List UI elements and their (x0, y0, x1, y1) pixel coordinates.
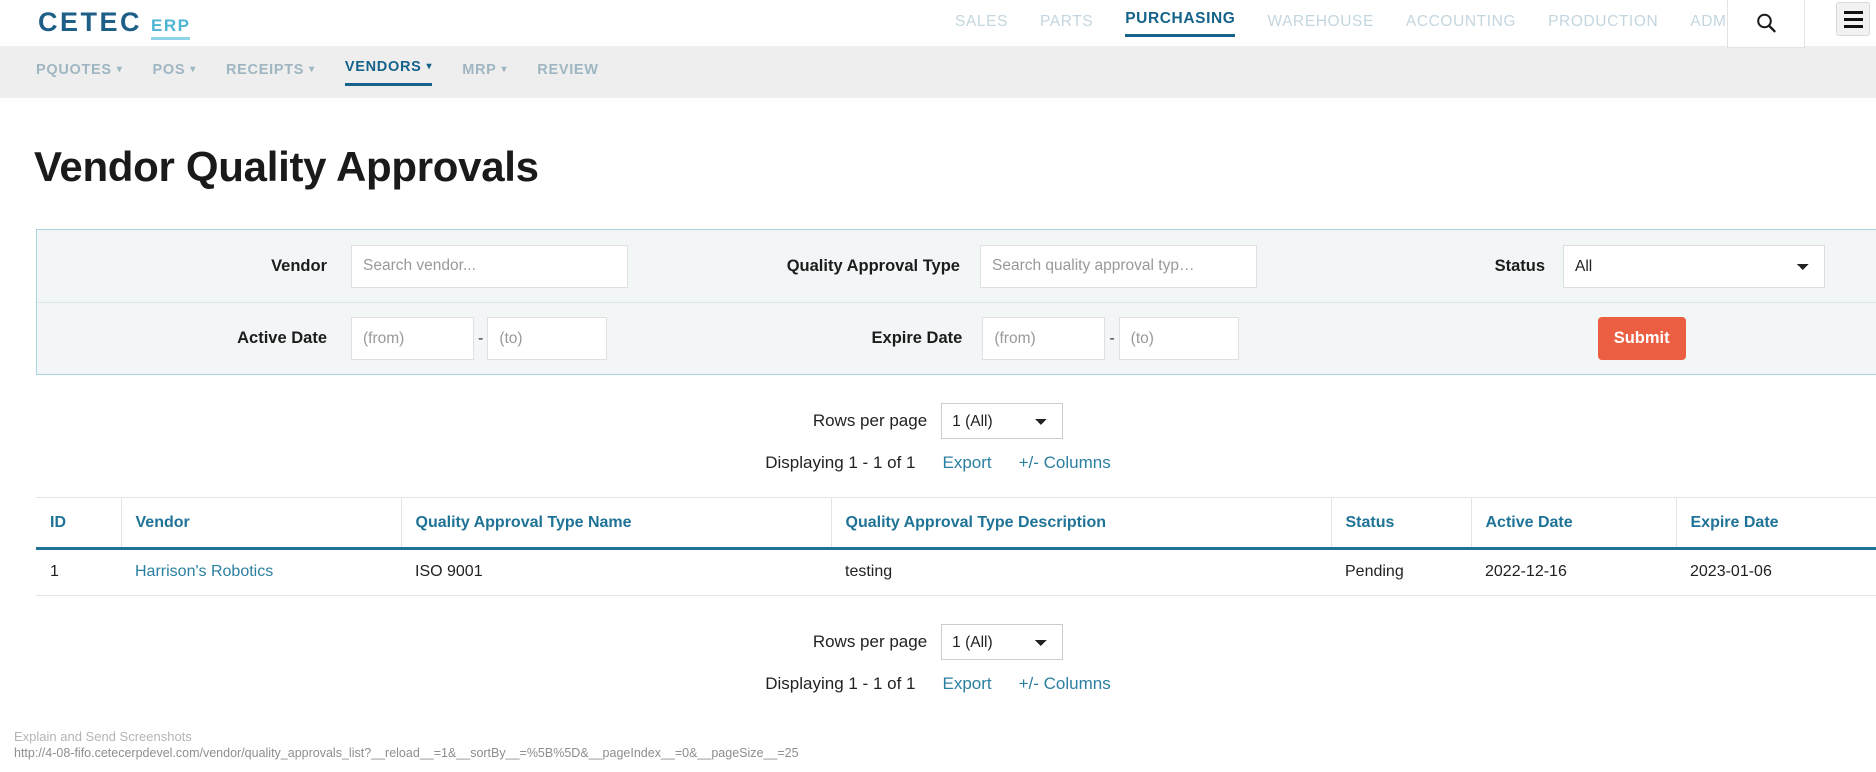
displaying-row-bottom: Displaying 1 - 1 of 1 Export +/- Columns (0, 674, 1876, 694)
column-header-type-description[interactable]: Quality Approval Type Description (830, 497, 1331, 550)
active-date-separator: - (478, 329, 484, 347)
subnav-label: REVIEW (537, 62, 599, 78)
subnav-item-mrp[interactable]: MRP ▾ (462, 62, 507, 82)
rows-per-page-label: Rows per page (812, 411, 928, 430)
status-filter-select[interactable]: All (1563, 244, 1825, 288)
export-link-bottom[interactable]: Export (942, 674, 991, 694)
hamburger-menu-button[interactable] (1836, 2, 1870, 36)
hamburger-icon-bar (1843, 17, 1863, 21)
table-header-row: ID Vendor Quality Approval Type Name Qua… (36, 497, 1876, 550)
column-header-active-date[interactable]: Active Date (1470, 497, 1676, 550)
nav-item-warehouse[interactable]: WAREHOUSE (1267, 13, 1373, 34)
cell-type-name: ISO 9001 (401, 548, 831, 596)
pager-bottom: Rows per page 1 (All) (0, 624, 1876, 660)
subnav-item-pos[interactable]: POS ▾ (153, 62, 196, 82)
subnav-item-pquotes[interactable]: PQUOTES ▾ (36, 62, 123, 82)
quality-approval-type-search-input[interactable] (980, 244, 1257, 288)
hamburger-icon-bar (1843, 10, 1863, 14)
pager-top: Rows per page 1 (All) (0, 403, 1876, 439)
browser-status-bar: Explain and Send Screenshots http://4-08… (14, 728, 799, 762)
cell-vendor: Harrison's Robotics (121, 548, 401, 596)
nav-item-sales[interactable]: SALES (955, 13, 1008, 34)
displaying-count-bottom: Displaying 1 - 1 of 1 (765, 674, 916, 693)
column-header-type-name[interactable]: Quality Approval Type Name (400, 497, 831, 550)
chevron-down-icon: ▾ (116, 64, 123, 75)
column-header-expire-date[interactable]: Expire Date (1675, 497, 1876, 550)
expire-date-from-input[interactable] (982, 317, 1106, 360)
subnav-label: VENDORS (344, 58, 422, 75)
subnav-item-review[interactable]: REVIEW (537, 62, 598, 82)
expire-date-to-input[interactable] (1118, 317, 1239, 360)
column-header-vendor[interactable]: Vendor (120, 497, 401, 550)
nav-item-parts[interactable]: PARTS (1040, 13, 1093, 34)
submit-button[interactable]: Submit (1597, 317, 1686, 360)
displaying-row-top: Displaying 1 - 1 of 1 Export +/- Columns (0, 453, 1876, 473)
subnav-item-receipts[interactable]: RECEIPTS ▾ (226, 62, 315, 82)
chevron-down-icon: ▾ (426, 60, 433, 72)
displaying-count-top: Displaying 1 - 1 of 1 (765, 453, 916, 472)
filter-row-primary: Vendor Quality Approval Type Status All (37, 230, 1876, 302)
results-table-wrapper: ID Vendor Quality Approval Type Name Qua… (36, 497, 1876, 596)
expire-date-filter-label: Expire Date (871, 329, 963, 347)
quality-approval-type-filter-label: Quality Approval Type (786, 256, 960, 275)
status-filter-label: Status (1494, 256, 1545, 275)
cell-active-date: 2022-12-16 (1471, 548, 1676, 596)
subnav-label: MRP (462, 62, 497, 78)
page-title: Vendor Quality Approvals (34, 143, 539, 190)
cell-expire-date: 2023-01-06 (1676, 548, 1876, 596)
chevron-down-icon: ▾ (190, 64, 197, 75)
top-navigation-bar: CETEC ERP SALES PARTS PURCHASING WAREHOU… (0, 0, 1876, 48)
subnav-item-vendors[interactable]: VENDORS ▾ (344, 58, 433, 86)
table-body: 1 Harrison's Robotics ISO 9001 testing P… (36, 548, 1876, 596)
cell-status: Pending (1331, 548, 1471, 596)
subnav-label: POS (152, 62, 186, 78)
table-row[interactable]: 1 Harrison's Robotics ISO 9001 testing P… (36, 548, 1876, 596)
hamburger-icon-bar (1843, 24, 1863, 28)
status-bar-url: http://4-08-fifo.cetecerpdevel.com/vendo… (14, 746, 799, 761)
nav-item-purchasing[interactable]: PURCHASING (1125, 10, 1236, 37)
logo-cetec-text: CETEC (38, 6, 143, 37)
chevron-down-icon: ▾ (309, 64, 315, 75)
logo-erp-text: ERP (151, 16, 191, 40)
app-logo[interactable]: CETEC ERP (38, 6, 191, 40)
vendor-search-input[interactable] (351, 244, 628, 288)
global-search-button[interactable] (1727, 0, 1805, 48)
subnav-label: PQUOTES (36, 62, 112, 78)
rows-per-page-select-bottom[interactable]: 1 (All) (941, 624, 1064, 660)
column-header-status[interactable]: Status (1330, 497, 1471, 550)
vendor-filter-label: Vendor (271, 256, 327, 275)
nav-item-production[interactable]: PRODUCTION (1548, 13, 1658, 34)
search-icon (1757, 13, 1776, 33)
main-nav: SALES PARTS PURCHASING WAREHOUSE ACCOUNT… (955, 0, 1743, 46)
rows-per-page-select-top[interactable]: 1 (All) (941, 403, 1064, 439)
vendor-link[interactable]: Harrison's Robotics (135, 563, 273, 580)
filter-panel: Vendor Quality Approval Type Status All … (36, 229, 1876, 375)
nav-item-accounting[interactable]: ACCOUNTING (1406, 13, 1516, 34)
columns-toggle-link-bottom[interactable]: +/- Columns (1019, 674, 1111, 694)
quality-approvals-table: ID Vendor Quality Approval Type Name Qua… (36, 497, 1876, 596)
active-date-filter-label: Active Date (237, 329, 327, 347)
rows-per-page-label: Rows per page (812, 632, 928, 651)
column-header-id[interactable]: ID (36, 497, 121, 550)
cell-id: 1 (36, 548, 121, 596)
active-date-to-input[interactable] (487, 317, 608, 360)
sub-navigation-bar: PQUOTES ▾ POS ▾ RECEIPTS ▾ VENDORS ▾ MRP… (0, 46, 1876, 98)
cell-type-description: testing (831, 548, 1331, 596)
filter-row-dates: Active Date - Expire Date - Submit (37, 302, 1876, 374)
columns-toggle-link-top[interactable]: +/- Columns (1019, 453, 1111, 473)
table-header: ID Vendor Quality Approval Type Name Qua… (36, 497, 1876, 550)
chevron-down-icon: ▾ (501, 64, 508, 75)
export-link-top[interactable]: Export (942, 453, 991, 473)
expire-date-separator: - (1109, 329, 1115, 347)
subnav-label: RECEIPTS (226, 62, 305, 78)
active-date-from-input[interactable] (351, 317, 474, 360)
status-bar-extension-text: Explain and Send Screenshots (14, 728, 192, 744)
